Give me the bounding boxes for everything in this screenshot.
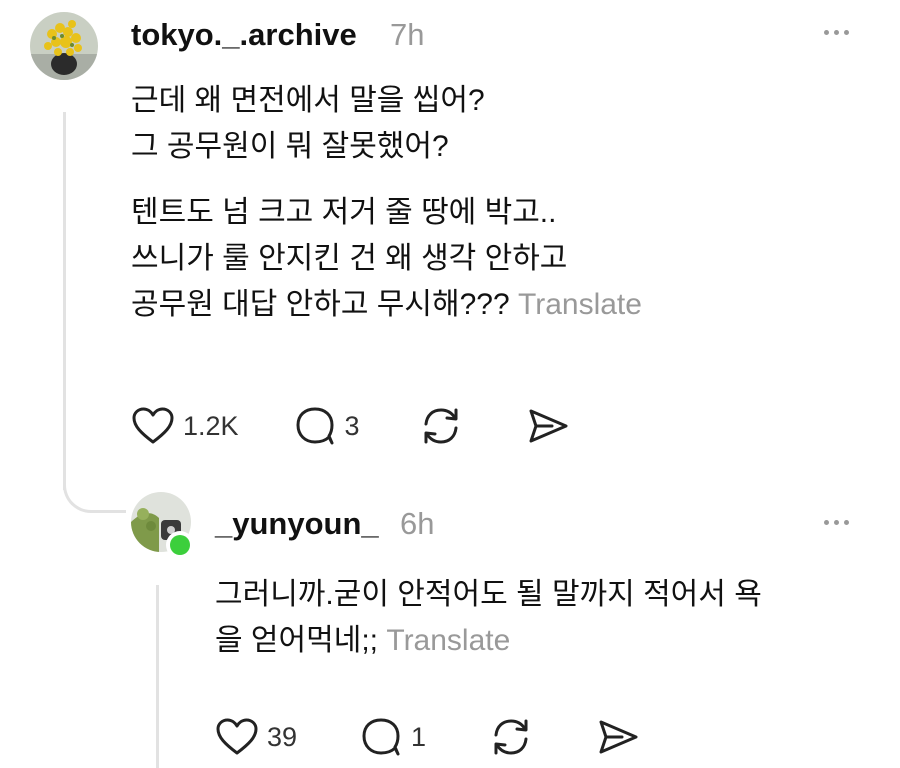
reply-button[interactable]: 1 [359, 716, 426, 758]
comment-icon [362, 718, 400, 756]
like-count: 1.2K [183, 410, 239, 441]
post-timestamp: 7h [390, 17, 425, 52]
reply-count: 1 [411, 721, 427, 752]
more-horizontal-icon [824, 520, 829, 525]
post-text: 공무원 대답 안하고 무시해??? [131, 288, 510, 321]
reply-text: 을 얻어먹네;; [215, 624, 379, 657]
more-horizontal-icon [824, 30, 829, 35]
reply-text-line: 그러니까.굳이 안적어도 될 말까지 적어서 욕 [215, 578, 762, 611]
repost-button[interactable] [418, 404, 464, 448]
reply-actions: 39 1 [215, 715, 640, 759]
online-status-indicator [166, 531, 194, 559]
repost-icon [424, 408, 458, 444]
post-username[interactable]: tokyo._.archive [131, 17, 357, 53]
repost-button[interactable] [488, 715, 534, 759]
avatar[interactable] [30, 12, 98, 80]
reply-timestamp: 6h [400, 506, 435, 541]
thread-connector-curve [63, 470, 126, 513]
post-text-line: 텐트도 넘 크고 저거 줄 땅에 박고.. [131, 196, 557, 229]
reply-count: 3 [344, 410, 360, 441]
avatar-image [30, 12, 98, 80]
post-text-line: 근데 왜 면전에서 말을 씹어? [131, 84, 485, 117]
share-button[interactable] [526, 406, 570, 446]
translate-link[interactable]: Translate [518, 288, 642, 321]
repost-icon [494, 719, 528, 755]
post-text-line: 그 공무원이 뭐 잘못했어? [131, 130, 449, 163]
post-text-line: 쓰니가 룰 안지킨 건 왜 생각 안하고 [131, 242, 568, 275]
reply-thread-connector-line [156, 585, 159, 768]
send-icon [599, 720, 638, 754]
reply-button[interactable]: 3 [293, 405, 360, 447]
heart-icon [132, 407, 174, 444]
online-status-dot [170, 535, 190, 555]
comment-icon [296, 407, 334, 445]
post-text-line-last: 공무원 대답 안하고 무시해??? Translate [131, 282, 642, 328]
thread-connector-line [63, 112, 66, 490]
share-button[interactable] [596, 717, 640, 757]
heart-icon [216, 718, 258, 755]
reply-body: 그러니까.굳이 안적어도 될 말까지 적어서 욕 을 얻어먹네;; Transl… [215, 572, 762, 664]
reply-text-line-last: 을 얻어먹네;; Translate [215, 618, 762, 664]
reply-more-button[interactable] [824, 520, 849, 525]
translate-link[interactable]: Translate [386, 624, 510, 657]
reply-username[interactable]: _yunyoun_ [215, 506, 379, 542]
like-count: 39 [267, 721, 298, 752]
like-button[interactable]: 39 [215, 717, 297, 757]
like-button[interactable]: 1.2K [131, 406, 239, 446]
send-icon [529, 409, 568, 443]
post-body: 근데 왜 면전에서 말을 씹어? 그 공무원이 뭐 잘못했어? 텐트도 넘 크고… [131, 78, 642, 328]
post-more-button[interactable] [824, 30, 849, 35]
post-actions: 1.2K 3 [131, 404, 570, 448]
